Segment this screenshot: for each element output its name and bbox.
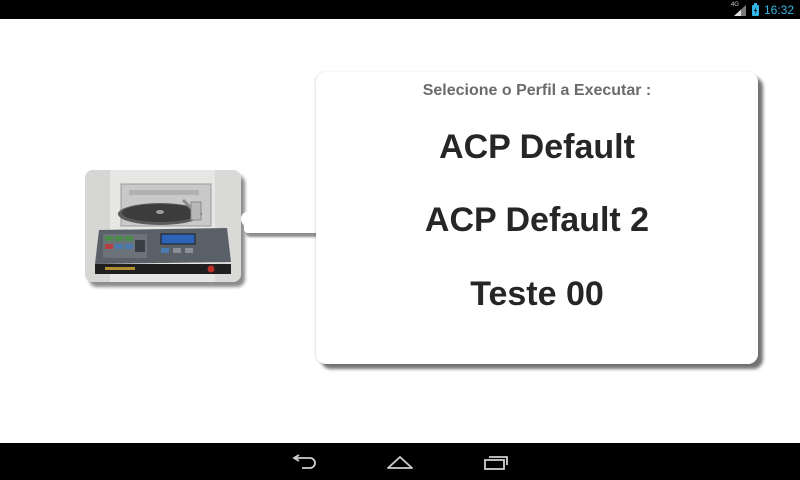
machine-image (85, 170, 241, 282)
connector-line (244, 224, 322, 233)
home-button[interactable] (380, 449, 420, 475)
recent-apps-button[interactable] (476, 449, 516, 475)
connector-knob (241, 212, 253, 226)
home-icon (387, 456, 413, 469)
status-bar: 4G 16:32 (0, 0, 800, 19)
profile-option-teste-00[interactable]: Teste 00 (316, 275, 758, 314)
back-icon (292, 454, 316, 469)
signal-icon: 4G (731, 2, 747, 17)
profile-option-acp-default-2[interactable]: ACP Default 2 (316, 201, 758, 240)
profile-option-acp-default[interactable]: ACP Default (316, 128, 758, 167)
recent-apps-icon (484, 456, 508, 470)
profile-prompt: Selecione o Perfil a Executar : (422, 82, 652, 99)
profile-selection-card: Selecione o Perfil a Executar : ACP Defa… (316, 72, 758, 364)
navigation-bar (0, 443, 800, 480)
status-icons: 4G 16:32 (731, 0, 794, 19)
status-clock: 16:32 (763, 2, 794, 17)
back-button[interactable] (284, 449, 324, 475)
battery-icon (751, 3, 759, 16)
